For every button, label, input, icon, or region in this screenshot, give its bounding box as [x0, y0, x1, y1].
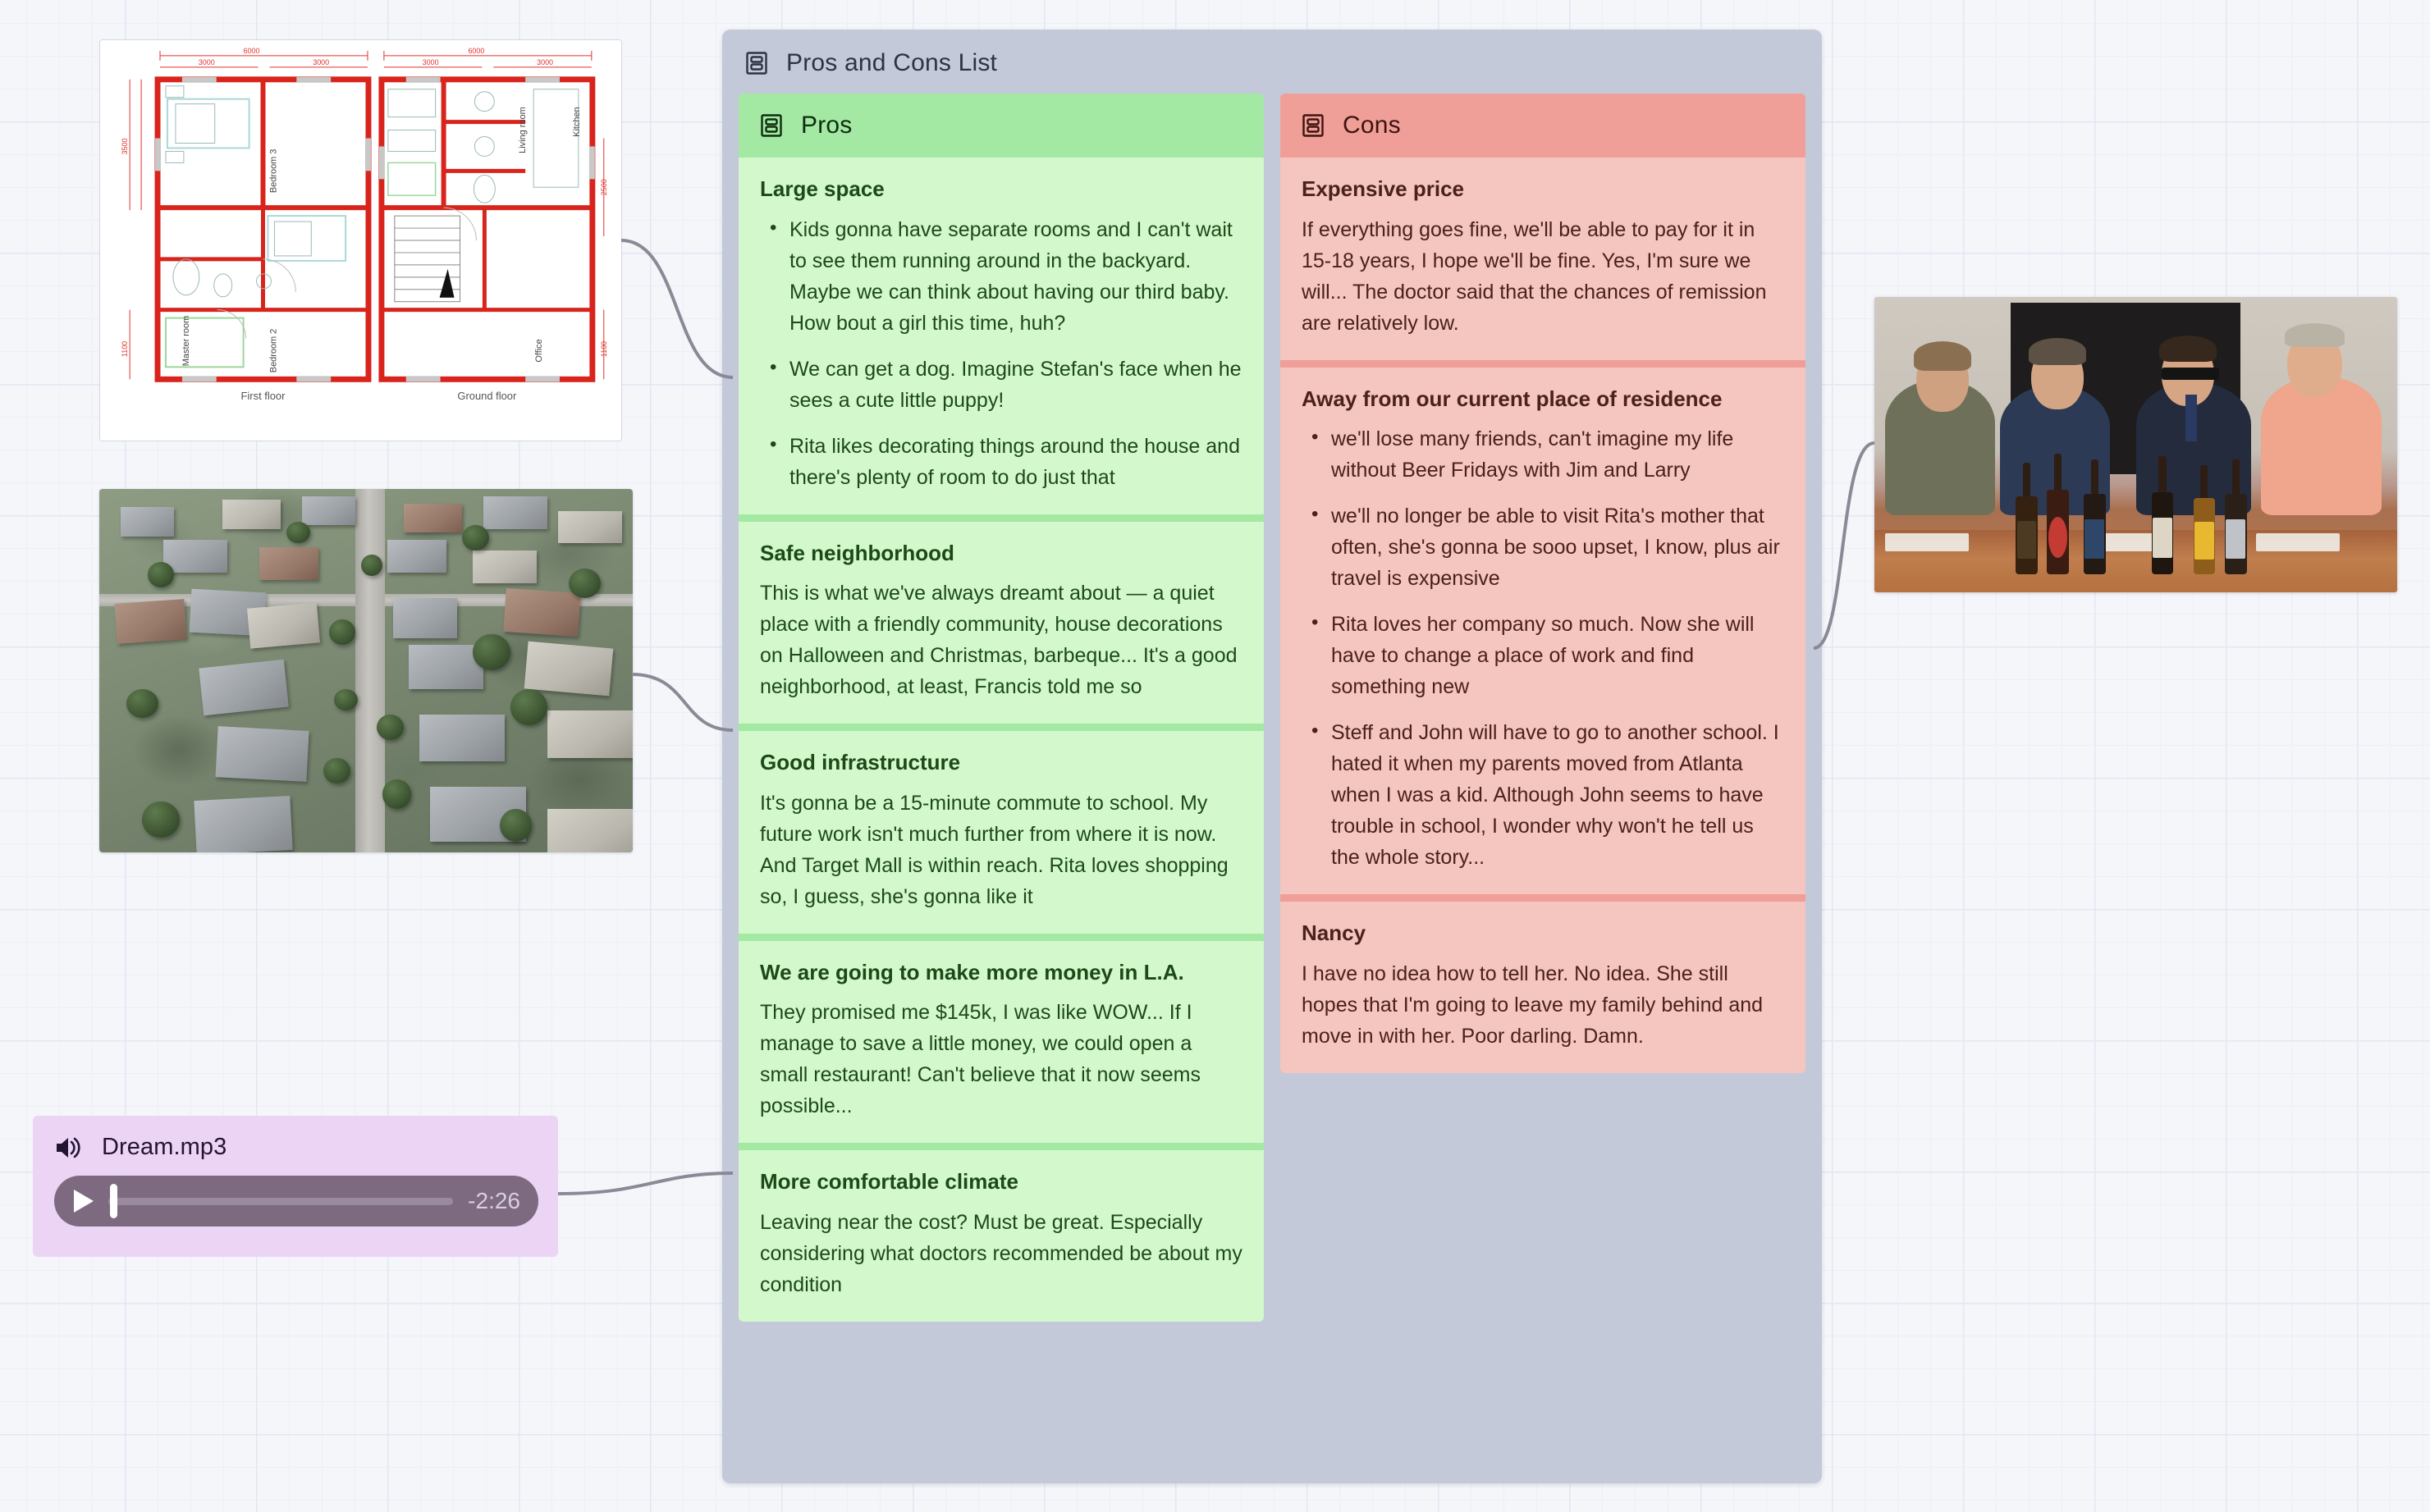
svg-text:Master room: Master room [181, 316, 191, 366]
floor-plan-image: 6000 3000 3000 6000 3000 3000 3500 1100 … [100, 40, 621, 441]
svg-text:3000: 3000 [537, 58, 553, 66]
audio-player-node[interactable]: Dream.mp3 -2:26 [33, 1116, 558, 1257]
connector-aerial-to-board [631, 673, 734, 732]
team-photo-node[interactable] [1874, 297, 2397, 592]
card-heading: Large space [760, 176, 885, 201]
card-body: It's gonna be a 15-minute commute to sch… [760, 791, 1229, 908]
speaker-icon [57, 1137, 80, 1158]
pros-and-cons-board[interactable]: Pros and Cons List Pros Large space Kids… [722, 30, 1822, 1483]
audio-controls[interactable]: -2:26 [54, 1176, 538, 1227]
svg-text:3000: 3000 [423, 58, 439, 66]
card-good-infrastructure[interactable]: Good infrastructure It's gonna be a 15-m… [739, 724, 1264, 934]
svg-text:Ground floor: Ground floor [457, 390, 517, 402]
svg-text:Kitchen: Kitchen [572, 107, 582, 136]
board-list-icon [746, 52, 767, 75]
svg-text:1100: 1100 [600, 341, 608, 357]
list-item: Rita likes decorating things around the … [768, 430, 1242, 493]
column-pros-header[interactable]: Pros [739, 94, 1264, 158]
card-body: This is what we've always dreamt about —… [760, 582, 1238, 698]
svg-text:Bedroom 3: Bedroom 3 [268, 149, 278, 194]
list-item: Rita loves her company so much. Now she … [1310, 608, 1784, 702]
card-body: Leaving near the cost? Must be great. Es… [760, 1210, 1242, 1296]
card-bullet-list: Kids gonna have separate rooms and I can… [760, 213, 1242, 493]
svg-text:3500: 3500 [121, 138, 129, 154]
board-header: Pros and Cons List [722, 30, 1822, 94]
list-item: We can get a dog. Imagine Stefan's face … [768, 353, 1242, 416]
card-body: I have no idea how to tell her. No idea.… [1302, 962, 1764, 1048]
card-body: They promised me $145k, I was like WOW..… [760, 1001, 1201, 1117]
card-bullet-list: we'll lose many friends, can't imagine m… [1302, 423, 1784, 873]
column-cons-title: Cons [1343, 112, 1401, 139]
svg-text:First floor: First floor [241, 390, 286, 402]
card-comfortable-climate[interactable]: More comfortable climate Leaving near th… [739, 1143, 1264, 1322]
card-away-from-residence[interactable]: Away from our current place of residence… [1280, 359, 1805, 894]
card-expensive-price[interactable]: Expensive price If everything goes fine,… [1280, 158, 1805, 360]
list-item: we'll no longer be able to visit Rita's … [1310, 500, 1784, 594]
card-more-money-la[interactable]: We are going to make more money in L.A. … [739, 933, 1264, 1143]
column-pros-title: Pros [801, 112, 853, 139]
svg-text:3000: 3000 [199, 58, 215, 66]
team-with-beer-bottles-image [1874, 297, 2397, 592]
connector-team-to-board [1813, 441, 1875, 650]
card-heading: More comfortable climate [760, 1169, 1018, 1194]
card-heading: Expensive price [1302, 176, 1464, 201]
list-item: Kids gonna have separate rooms and I can… [768, 213, 1242, 339]
board-title: Pros and Cons List [786, 49, 998, 76]
card-heading: Nancy [1302, 920, 1366, 945]
column-cons-header[interactable]: Cons [1280, 94, 1805, 158]
svg-text:Living room: Living room [518, 107, 528, 153]
board-list-icon [761, 114, 782, 137]
card-heading: Away from our current place of residence [1302, 386, 1723, 411]
card-heading: We are going to make more money in L.A. [760, 959, 1184, 984]
audio-time-remaining: -2:26 [468, 1188, 520, 1213]
connector-floorplan-to-board [620, 239, 734, 379]
svg-text:2500: 2500 [600, 179, 608, 195]
svg-text:Bedroom 2: Bedroom 2 [268, 329, 278, 373]
list-item: we'll lose many friends, can't imagine m… [1310, 423, 1784, 486]
svg-text:6000: 6000 [244, 47, 260, 55]
card-body: If everything goes fine, we'll be able t… [1302, 217, 1767, 335]
svg-text:1100: 1100 [121, 341, 129, 357]
card-heading: Good infrastructure [760, 750, 961, 774]
card-safe-neighborhood[interactable]: Safe neighborhood This is what we've alw… [739, 514, 1264, 724]
svg-text:3000: 3000 [313, 58, 329, 66]
board-list-icon [1302, 114, 1324, 137]
list-item: Steff and John will have to go to anothe… [1310, 716, 1784, 873]
play-icon[interactable] [74, 1190, 94, 1213]
svg-text:Office: Office [534, 339, 544, 362]
aerial-neighborhood-image [99, 489, 633, 852]
column-pros[interactable]: Pros Large space Kids gonna have separat… [739, 94, 1264, 1322]
card-heading: Safe neighborhood [760, 540, 954, 565]
card-nancy[interactable]: Nancy I have no idea how to tell her. No… [1280, 894, 1805, 1073]
whiteboard-canvas[interactable]: 6000 3000 3000 6000 3000 3000 3500 1100 … [0, 0, 2430, 1512]
aerial-neighborhood-node[interactable] [99, 489, 633, 852]
seek-handle[interactable] [110, 1184, 117, 1218]
card-large-space[interactable]: Large space Kids gonna have separate roo… [739, 158, 1264, 514]
column-cons[interactable]: Cons Expensive price If everything goes … [1280, 94, 1805, 1073]
board-columns: Pros Large space Kids gonna have separat… [722, 94, 1822, 1322]
svg-text:6000: 6000 [468, 47, 484, 55]
audio-seek-slider[interactable] [108, 1176, 454, 1227]
seek-track[interactable] [108, 1197, 454, 1205]
floor-plan-node[interactable]: 6000 3000 3000 6000 3000 3000 3500 1100 … [99, 39, 622, 441]
connector-audio-to-board [557, 1172, 734, 1195]
audio-filename: Dream.mp3 [102, 1134, 227, 1160]
